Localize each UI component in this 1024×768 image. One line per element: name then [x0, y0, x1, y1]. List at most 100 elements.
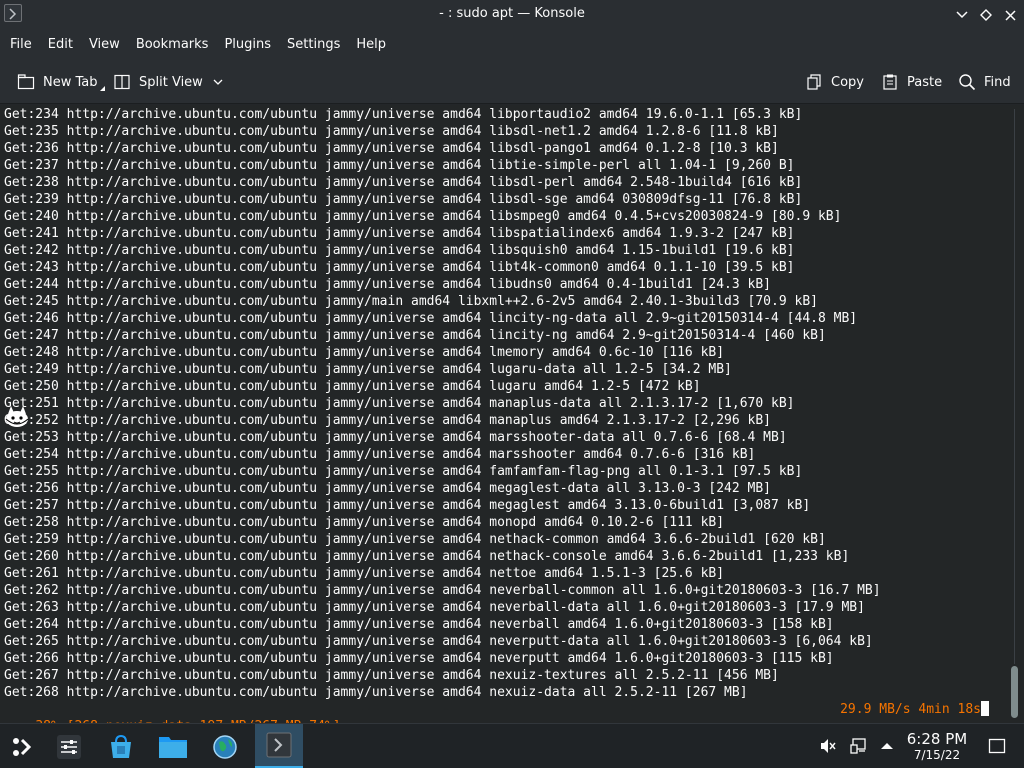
- konsole-terminal-icon: [266, 732, 292, 758]
- terminal-line: Get:236 http://archive.ubuntu.com/ubuntu…: [4, 141, 779, 156]
- terminal-line: Get:259 http://archive.ubuntu.com/ubuntu…: [4, 532, 826, 547]
- terminal-line: Get:258 http://archive.ubuntu.com/ubuntu…: [4, 515, 725, 530]
- show-desktop-icon: [988, 738, 1006, 754]
- clock-time: 6:28 PM: [906, 730, 968, 748]
- terminal-line: Get:268 http://archive.ubuntu.com/ubuntu…: [4, 685, 748, 700]
- menu-plugins[interactable]: Plugins: [216, 33, 279, 57]
- diamond-icon: [980, 9, 992, 21]
- task-system-settings[interactable]: [48, 726, 90, 768]
- menu-help[interactable]: Help: [348, 33, 394, 57]
- launcher-icon: [13, 738, 32, 756]
- terminal-line: Get:260 http://archive.ubuntu.com/ubuntu…: [4, 549, 850, 564]
- menu-bar: File Edit View Bookmarks Plugins Setting…: [0, 30, 1024, 60]
- tray-expander[interactable]: [877, 736, 897, 756]
- network-wired-icon: [850, 738, 866, 754]
- copy-icon: [804, 72, 824, 92]
- apt-progress-line: 38% [268 nexuiz-data 197 MB/267 MB 74%] …: [4, 701, 999, 734]
- terminal-line: Get:244 http://archive.ubuntu.com/ubuntu…: [4, 277, 772, 292]
- menu-bookmarks[interactable]: Bookmarks: [128, 33, 217, 57]
- copy-label: Copy: [831, 74, 864, 90]
- show-desktop-button[interactable]: [987, 736, 1007, 756]
- terminal-line: Get:265 http://archive.ubuntu.com/ubuntu…: [4, 634, 873, 649]
- close-icon: [1004, 9, 1016, 21]
- terminal-line: Get:251 http://archive.ubuntu.com/ubuntu…: [4, 396, 795, 411]
- menu-edit[interactable]: Edit: [40, 33, 81, 57]
- split-view-icon: [112, 72, 132, 92]
- terminal-cursor: [981, 701, 989, 716]
- system-settings-icon: [57, 735, 81, 759]
- terminal-scrollbar[interactable]: [1005, 105, 1024, 723]
- close-button[interactable]: [999, 4, 1021, 26]
- browser-globe-icon: [213, 735, 237, 759]
- new-tab-button[interactable]: New Tab: [16, 69, 106, 95]
- window-title: - : sudo apt — Konsole: [439, 6, 585, 21]
- maximize-button[interactable]: [975, 4, 997, 26]
- digital-clock[interactable]: 6:28 PM 7/15/22: [897, 730, 977, 763]
- terminal-line: Get:234 http://archive.ubuntu.com/ubuntu…: [4, 107, 803, 122]
- find-label: Find: [984, 74, 1011, 90]
- terminal-line: Get:262 http://archive.ubuntu.com/ubuntu…: [4, 583, 881, 598]
- terminal-line: Get:235 http://archive.ubuntu.com/ubuntu…: [4, 124, 779, 139]
- minimize-button[interactable]: [951, 4, 973, 26]
- terminal-line: Get:239 http://archive.ubuntu.com/ubuntu…: [4, 192, 803, 207]
- terminal-line: Get:238 http://archive.ubuntu.com/ubuntu…: [4, 175, 803, 190]
- terminal-line: Get:242 http://archive.ubuntu.com/ubuntu…: [4, 243, 795, 258]
- volume-muted-icon: [821, 739, 836, 753]
- dolphin-files-icon: [159, 737, 187, 758]
- network-tray[interactable]: [849, 736, 869, 756]
- apt-progress-right: 29.9 MB/s 4min 18s: [840, 701, 989, 718]
- menu-settings[interactable]: Settings: [279, 33, 348, 57]
- terminal-line: Get:264 http://archive.ubuntu.com/ubuntu…: [4, 617, 834, 632]
- task-konsole[interactable]: [255, 724, 303, 768]
- terminal-view[interactable]: Get:234 http://archive.ubuntu.com/ubuntu…: [0, 105, 1024, 734]
- cat-sticker-icon: [2, 402, 32, 434]
- terminal-line: Get:247 http://archive.ubuntu.com/ubuntu…: [4, 328, 826, 343]
- paste-label: Paste: [907, 74, 943, 90]
- terminal-line: Get:243 http://archive.ubuntu.com/ubuntu…: [4, 260, 795, 275]
- discover-store-icon: [111, 734, 131, 758]
- search-icon: [957, 72, 977, 92]
- scrollbar-thumb[interactable]: [1011, 666, 1018, 718]
- terminal-line: Get:266 http://archive.ubuntu.com/ubuntu…: [4, 651, 834, 666]
- split-view-button[interactable]: Split View: [112, 69, 223, 95]
- clock-date: 7/15/22: [913, 748, 961, 762]
- terminal-line: Get:240 http://archive.ubuntu.com/ubuntu…: [4, 209, 842, 224]
- terminal-line: Get:250 http://archive.ubuntu.com/ubuntu…: [4, 379, 701, 394]
- volume-muted-tray[interactable]: [818, 736, 838, 756]
- task-discover[interactable]: [100, 726, 142, 768]
- split-view-label: Split View: [139, 74, 203, 90]
- terminal-line: Get:263 http://archive.ubuntu.com/ubuntu…: [4, 600, 865, 615]
- new-tab-label: New Tab: [43, 74, 98, 90]
- chevron-down-icon: [213, 79, 223, 85]
- terminal-line: Get:248 http://archive.ubuntu.com/ubuntu…: [4, 345, 725, 360]
- dropdown-corner-icon: [99, 86, 105, 91]
- taskbar: 6:28 PM 7/15/22: [0, 723, 1024, 768]
- terminal-line: Get:253 http://archive.ubuntu.com/ubuntu…: [4, 430, 787, 445]
- terminal-line: Get:237 http://archive.ubuntu.com/ubuntu…: [4, 158, 795, 173]
- terminal-line: Get:261 http://archive.ubuntu.com/ubuntu…: [4, 566, 725, 581]
- copy-button[interactable]: Copy: [804, 69, 864, 95]
- chevron-up-icon: [881, 743, 893, 749]
- find-button[interactable]: Find: [957, 69, 1011, 95]
- main-toolbar: New Tab Split View Copy Paste Find: [0, 60, 1024, 104]
- menu-file[interactable]: File: [2, 33, 40, 57]
- terminal-line: Get:255 http://archive.ubuntu.com/ubuntu…: [4, 464, 803, 479]
- terminal-line: Get:256 http://archive.ubuntu.com/ubuntu…: [4, 481, 772, 496]
- download-speed-eta: 29.9 MB/s 4min 18s: [840, 702, 981, 717]
- paste-icon: [880, 72, 900, 92]
- terminal-line: Get:245 http://archive.ubuntu.com/ubuntu…: [4, 294, 818, 309]
- terminal-output: Get:234 http://archive.ubuntu.com/ubuntu…: [4, 106, 1004, 701]
- terminal-line: Get:257 http://archive.ubuntu.com/ubuntu…: [4, 498, 811, 513]
- scrollbar-track: [1014, 109, 1015, 664]
- app-launcher-button[interactable]: [1, 726, 43, 768]
- window-titlebar[interactable]: - : sudo apt — Konsole: [0, 0, 1024, 30]
- terminal-line: Get:267 http://archive.ubuntu.com/ubuntu…: [4, 668, 779, 683]
- task-dolphin[interactable]: [152, 726, 194, 768]
- paste-button[interactable]: Paste: [880, 69, 942, 95]
- terminal-line: Get:254 http://archive.ubuntu.com/ubuntu…: [4, 447, 756, 462]
- menu-view[interactable]: View: [81, 33, 128, 57]
- terminal-line: Get:252 http://archive.ubuntu.com/ubuntu…: [4, 413, 772, 428]
- terminal-line: Get:249 http://archive.ubuntu.com/ubuntu…: [4, 362, 732, 377]
- chevron-down-icon: [956, 11, 968, 19]
- task-browser[interactable]: [204, 726, 246, 768]
